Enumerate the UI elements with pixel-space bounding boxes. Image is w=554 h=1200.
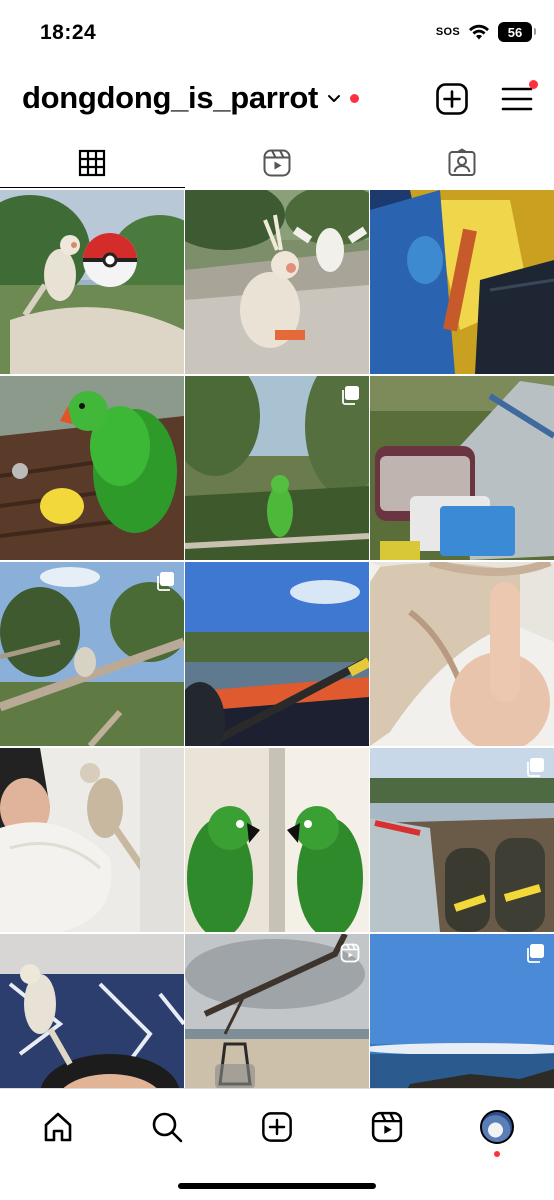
tagged-person-icon [448,148,476,176]
post-image [370,562,554,746]
post-image [370,190,554,374]
post-image [185,748,369,932]
carousel-icon [527,944,544,963]
plus-square-icon [262,1112,292,1142]
nav-search[interactable] [147,1107,187,1147]
post-image [0,376,184,560]
post-tile[interactable] [0,376,184,560]
username: dongdong_is_parrot [22,80,318,115]
post-image [0,748,184,932]
post-image [185,562,369,746]
battery-indicator: 56 [498,22,536,42]
post-tile[interactable] [0,190,184,374]
post-tile[interactable] [0,748,184,932]
reels-icon [340,943,360,963]
post-tile[interactable] [185,190,369,374]
post-image [185,190,369,374]
battery-level: 56 [507,24,523,40]
tab-reels[interactable] [185,138,370,188]
post-tile[interactable] [370,376,554,560]
menu-button[interactable] [500,80,538,116]
notification-dot [350,93,359,103]
post-tile[interactable] [370,190,554,374]
carousel-icon [157,572,174,591]
wifi-icon [469,24,489,40]
home-icon [44,1112,72,1142]
post-image [370,376,554,560]
nav-create[interactable] [257,1107,297,1147]
notification-dot [529,80,538,89]
post-tile[interactable] [185,748,369,932]
reels-icon [371,1111,403,1143]
post-grid [0,190,554,1118]
tab-tagged[interactable] [369,138,554,188]
post-tile[interactable] [185,376,369,560]
post-tile[interactable] [370,562,554,746]
carousel-icon [527,758,544,777]
search-icon [152,1112,183,1143]
nav-profile[interactable] [477,1107,517,1157]
post-tile[interactable] [0,562,184,746]
profile-header: dongdong_is_parrot [0,70,554,130]
notification-dot [494,1151,500,1157]
create-post-button[interactable] [435,82,469,116]
profile-tabs [0,138,554,188]
home-indicator[interactable] [178,1183,376,1189]
reels-icon [263,149,291,177]
avatar [480,1110,514,1144]
carousel-icon [342,386,359,405]
status-icons: SOS 56 [435,22,536,42]
account-switcher[interactable]: dongdong_is_parrot [22,80,359,116]
tab-posts[interactable] [0,138,185,188]
post-tile[interactable] [370,748,554,932]
sos-label: SOS [435,26,460,38]
status-bar: 18:24 SOS 56 [0,0,554,66]
grid-icon [79,149,106,177]
post-image [0,190,184,374]
nav-home[interactable] [38,1107,78,1147]
nav-reels[interactable] [367,1107,407,1147]
chevron-down-icon [328,95,340,102]
status-time: 18:24 [40,21,97,44]
post-tile[interactable] [185,562,369,746]
